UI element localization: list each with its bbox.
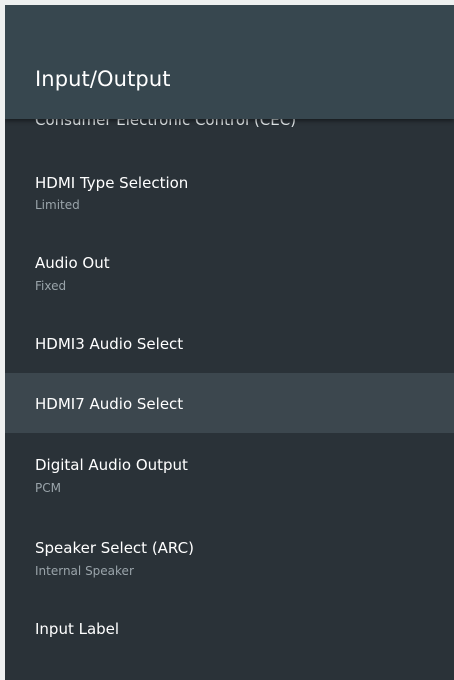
list-item-value: Fixed xyxy=(35,279,67,293)
list-item-title: HDMI3 Audio Select xyxy=(35,335,184,353)
list-item-hdmi3-audio-select[interactable]: HDMI3 Audio Select xyxy=(5,318,454,380)
list-item-title: HDMI Type Selection xyxy=(35,174,189,192)
list-item-title: Digital Audio Output xyxy=(35,456,188,474)
list-item-speaker-select-arc[interactable]: Speaker Select (ARC) Internal Speaker xyxy=(5,528,454,590)
list-item-value: Limited xyxy=(35,198,80,212)
list-item-value: PCM xyxy=(35,481,61,495)
list-item-input-label[interactable]: Input Label xyxy=(5,603,454,665)
list-item-hdmi7-audio-select[interactable]: HDMI7 Audio Select xyxy=(5,373,454,433)
list-item-digital-audio-output[interactable]: Digital Audio Output PCM xyxy=(5,445,454,507)
list-item-hdmi-type-selection[interactable]: HDMI Type Selection Limited xyxy=(5,162,454,224)
list-item-value: Internal Speaker xyxy=(35,564,134,578)
list-item-title: Input Label xyxy=(35,620,120,638)
page-title: Input/Output xyxy=(35,67,171,91)
settings-panel: Input/Output Consumer Electronic Control… xyxy=(5,5,454,680)
list-item-title: HDMI7 Audio Select xyxy=(35,395,184,413)
list-item-title: Speaker Select (ARC) xyxy=(35,539,194,557)
list-item-title: Audio Out xyxy=(35,254,110,272)
settings-header: Input/Output xyxy=(5,5,454,119)
list-item-audio-out[interactable]: Audio Out Fixed xyxy=(5,243,454,305)
